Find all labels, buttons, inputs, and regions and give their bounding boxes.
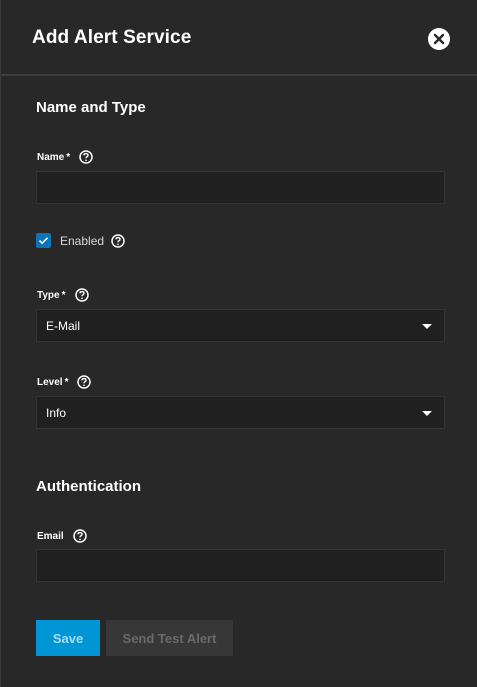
enabled-checkbox[interactable]	[36, 233, 51, 248]
type-select-value: E-Mail	[46, 319, 81, 333]
section-title-authentication: Authentication	[36, 478, 141, 495]
help-icon[interactable]	[74, 288, 89, 302]
section-title-name-and-type: Name and Type	[36, 99, 146, 116]
name-label-text: Name	[37, 151, 65, 163]
level-label-text: Level	[37, 376, 63, 388]
name-required-marker: *	[66, 151, 71, 163]
check-icon	[36, 233, 51, 248]
name-input[interactable]	[36, 171, 445, 204]
level-select[interactable]: Info	[36, 396, 445, 429]
enabled-checkbox-row[interactable]: Enabled	[36, 233, 125, 248]
level-field-label: Level *	[37, 375, 92, 389]
close-button[interactable]	[428, 28, 450, 50]
name-field-label: Name *	[37, 150, 93, 164]
panel-header: Add Alert Service	[1, 0, 477, 76]
caret-down-icon	[422, 411, 432, 416]
caret-down-icon	[422, 324, 432, 329]
close-icon	[428, 28, 450, 50]
type-select[interactable]: E-Mail	[36, 309, 445, 342]
type-field-label: Type *	[37, 288, 89, 302]
help-icon[interactable]	[79, 150, 93, 164]
type-label-text: Type	[37, 289, 60, 301]
email-label-text: Email	[37, 530, 64, 542]
panel-title: Add Alert Service	[32, 27, 192, 48]
level-select-value: Info	[46, 406, 67, 420]
save-button[interactable]: Save	[36, 620, 100, 656]
enabled-label: Enabled	[60, 233, 105, 248]
help-icon[interactable]	[111, 233, 125, 248]
level-required-marker: *	[64, 376, 69, 388]
email-input[interactable]	[36, 549, 445, 582]
help-icon[interactable]	[72, 529, 87, 543]
email-field-label: Email	[37, 529, 87, 543]
add-alert-service-panel: Add Alert Service Name and Type Name * E…	[0, 0, 477, 687]
help-icon[interactable]	[77, 375, 92, 389]
send-test-alert-button[interactable]: Send Test Alert	[106, 620, 233, 656]
type-required-marker: *	[61, 289, 66, 301]
